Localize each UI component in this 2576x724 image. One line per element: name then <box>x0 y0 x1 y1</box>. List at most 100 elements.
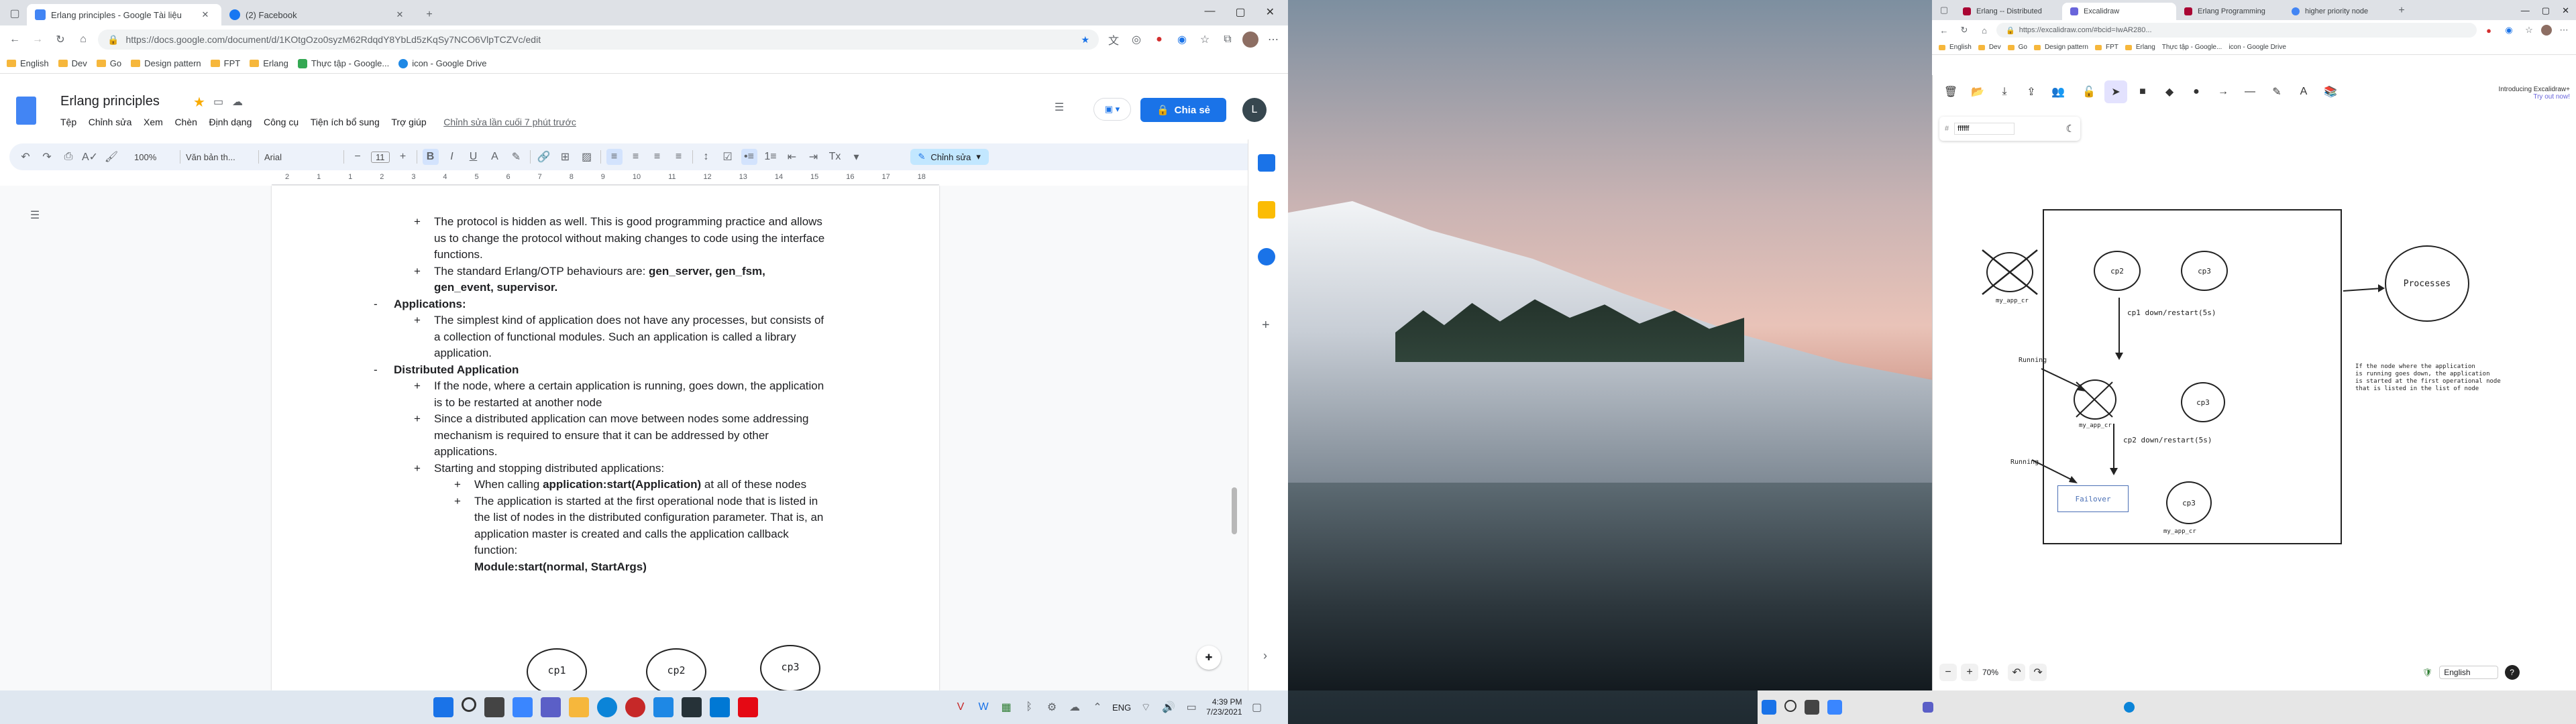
cloud-icon[interactable]: ☁ <box>1067 699 1083 715</box>
camera-icon[interactable]: ◎ <box>1128 32 1144 48</box>
maximize-icon[interactable]: ▢ <box>1235 5 1245 19</box>
bookmark-icon-drive[interactable]: icon - Google Drive <box>398 58 486 68</box>
bookmark-erlang[interactable]: Erlang <box>250 58 288 68</box>
menu-view[interactable]: Xem <box>144 117 163 127</box>
more-menu-icon[interactable]: ⋯ <box>1265 32 1281 48</box>
star-icon[interactable]: ★ <box>193 94 205 111</box>
input-language[interactable]: ENG <box>1112 703 1131 713</box>
back-arrow-icon[interactable]: ← <box>7 32 23 48</box>
tab-excalidraw[interactable]: Excalidraw <box>2062 3 2176 20</box>
docs-tab-active[interactable]: Erlang principles - Google Tài liệu ✕ <box>27 4 221 25</box>
italic-icon[interactable]: I <box>444 149 460 165</box>
increase-indent-icon[interactable]: ⇥ <box>806 149 822 165</box>
highlight-icon[interactable]: ✎ <box>508 149 525 165</box>
user-avatar[interactable]: L <box>1242 98 1267 122</box>
extension-icon[interactable]: ◉ <box>1174 32 1190 48</box>
bookmark-design-pattern[interactable]: Design pattern <box>2033 44 2088 51</box>
input-tools-icon[interactable]: ▾ <box>849 149 865 165</box>
new-tab-icon[interactable]: + <box>2394 3 2410 19</box>
tasks-icon[interactable] <box>1258 248 1275 265</box>
increase-size-icon[interactable]: + <box>395 149 411 165</box>
excalidraw-canvas[interactable]: 🗑 📂 ⤓ ⇪ 👥 🔓 ➤ ■ ◆ ● → — ✎ A 📚 Introducin… <box>1932 75 2576 690</box>
menu-help[interactable]: Trợ giúp <box>391 117 426 127</box>
close-icon[interactable]: ✕ <box>392 7 408 23</box>
tab-erlang-distributed[interactable]: Erlang -- Distributed <box>1955 3 2062 20</box>
help-icon[interactable]: ? <box>2504 665 2520 680</box>
menu-format[interactable]: Định dạng <box>209 117 252 127</box>
language-select[interactable]: English <box>2439 666 2498 679</box>
translate-icon[interactable]: 文 <box>1106 32 1122 48</box>
redo-icon[interactable]: ↷ <box>39 149 55 165</box>
edge-icon[interactable] <box>597 697 617 717</box>
chevron-up-icon[interactable]: ⌃ <box>1089 699 1106 715</box>
align-center-icon[interactable]: ≡ <box>628 149 644 165</box>
redo-icon[interactable]: ↷ <box>2029 664 2047 681</box>
add-addon-icon[interactable]: + <box>1262 318 1270 333</box>
outline-icon[interactable]: ☰ <box>27 207 43 223</box>
minimize-icon[interactable]: — <box>2521 5 2530 16</box>
opera-icon[interactable]: ● <box>1151 32 1167 48</box>
menu-edit[interactable]: Chỉnh sửa <box>89 117 132 127</box>
menu-tools[interactable]: Công cụ <box>264 117 299 127</box>
file-explorer-icon[interactable] <box>569 697 589 717</box>
zoom-in-icon[interactable]: + <box>1961 664 1978 681</box>
close-icon[interactable]: ✕ <box>197 7 213 23</box>
bulleted-list-icon[interactable]: •≡ <box>741 149 757 165</box>
line-spacing-icon[interactable]: ↕ <box>698 149 714 165</box>
tab-higher-priority[interactable]: higher priority node <box>2284 3 2391 20</box>
explore-button[interactable]: ✚ <box>1197 646 1221 670</box>
collections-icon[interactable]: ⧉ <box>1220 32 1236 48</box>
spellcheck-icon[interactable]: A✓ <box>82 149 98 165</box>
forward-arrow-icon[interactable]: → <box>30 32 46 48</box>
align-right-icon[interactable]: ≡ <box>649 149 665 165</box>
bold-icon[interactable]: B <box>422 149 439 165</box>
reload-icon[interactable]: ↻ <box>1956 22 1972 38</box>
bookmark-go[interactable]: Go <box>2007 44 2027 51</box>
bookmark-english[interactable]: English <box>1939 44 1972 51</box>
font-size-input[interactable]: 11 <box>371 151 390 163</box>
clock[interactable]: 4:39 PM 7/23/2021 <box>1206 697 1242 717</box>
more-menu-icon[interactable]: ⋯ <box>2556 22 2572 38</box>
bookmark-star-icon[interactable]: ★ <box>1081 34 1089 46</box>
shield-icon[interactable]: 🛡 <box>2422 668 2432 677</box>
bookmark-thuc-tap[interactable]: Thực tập - Google... <box>297 58 389 68</box>
opera-icon[interactable]: ● <box>2481 22 2497 38</box>
windows-start-icon[interactable] <box>1762 700 1776 715</box>
menu-insert[interactable]: Chèn <box>174 117 197 127</box>
maximize-icon[interactable]: ▢ <box>2542 5 2550 16</box>
bluetooth-icon[interactable]: ᛒ <box>1021 699 1037 715</box>
editing-mode-select[interactable]: ✎ Chỉnh sửa ▾ <box>910 149 989 165</box>
home-icon[interactable]: ⌂ <box>1976 22 1992 38</box>
menu-addons[interactable]: Tiện ích bổ sung <box>311 117 380 127</box>
minimize-icon[interactable]: — <box>1204 5 1215 19</box>
search-icon[interactable] <box>1784 700 1796 712</box>
docs-logo-icon[interactable] <box>16 97 36 125</box>
zoom-select[interactable]: 100% <box>134 152 174 162</box>
battery-icon[interactable]: ▭ <box>1183 699 1199 715</box>
favorites-icon[interactable]: ☆ <box>2521 22 2537 38</box>
ruler[interactable]: 2 1 1 2 3 4 5 6 7 8 9 10 11 12 13 14 15 … <box>272 173 939 185</box>
volume-icon[interactable]: 🔊 <box>1161 699 1177 715</box>
bookmark-dev[interactable]: Dev <box>58 58 87 68</box>
widgets-icon[interactable] <box>513 697 533 717</box>
bookmark-icon-drive[interactable]: icon - Google Drive <box>2229 44 2286 51</box>
bookmark-english[interactable]: English <box>7 58 49 68</box>
search-icon[interactable] <box>462 697 476 712</box>
clear-format-icon[interactable]: Tx <box>827 149 843 165</box>
last-edit-link[interactable]: Chỉnh sửa lần cuối 7 phút trước <box>443 117 576 127</box>
print-icon[interactable]: ⎙ <box>60 149 76 165</box>
docs-tab-facebook[interactable]: (2) Facebook ✕ <box>221 4 416 25</box>
bookmark-dev[interactable]: Dev <box>1978 44 2001 51</box>
terminal-icon[interactable] <box>682 697 702 717</box>
netflix-icon[interactable] <box>738 697 758 717</box>
decrease-size-icon[interactable]: − <box>350 149 366 165</box>
bookmark-fpt[interactable]: FPT <box>210 58 240 68</box>
widgets-icon[interactable] <box>1827 700 1842 715</box>
teams-icon[interactable] <box>541 697 561 717</box>
style-select[interactable]: Văn bản th... <box>186 152 253 162</box>
cloud-saved-icon[interactable]: ☁ <box>232 95 243 109</box>
window-close-icon[interactable]: ✕ <box>1266 5 1275 19</box>
paint-format-icon[interactable]: 🖌 <box>103 149 119 165</box>
bookmark-fpt[interactable]: FPT <box>2095 44 2118 51</box>
comment-icon[interactable]: ⊞ <box>557 149 574 165</box>
